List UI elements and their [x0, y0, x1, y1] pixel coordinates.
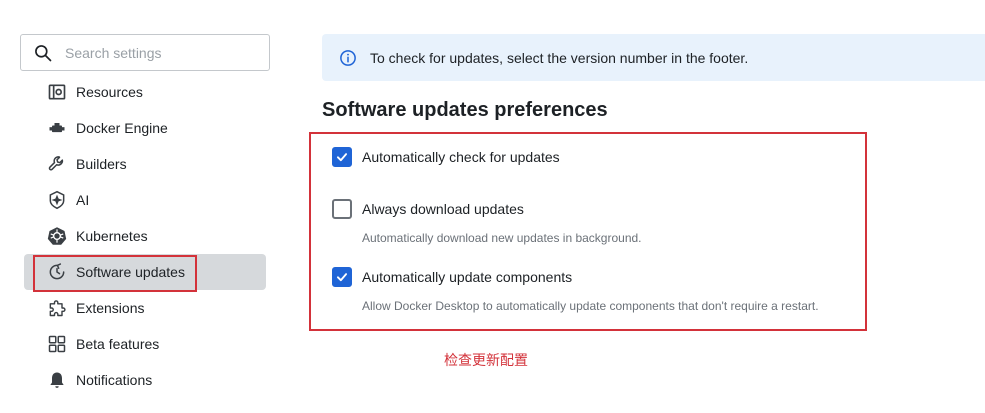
clock-update-icon [46, 261, 68, 283]
sidebar-item-label: Resources [76, 84, 143, 100]
settings-page: Resources Docker Engine Builders AI Kube… [0, 0, 985, 413]
section-title: Software updates preferences [322, 99, 608, 121]
ai-icon [46, 189, 68, 211]
sidebar-item-ai[interactable]: AI [24, 182, 266, 218]
sidebar-item-resources[interactable]: Resources [24, 74, 266, 110]
annotation-label: 检查更新配置 [444, 353, 528, 369]
bell-icon [46, 369, 68, 391]
sidebar-nav: Resources Docker Engine Builders AI Kube… [24, 74, 266, 398]
option-auto-update-components: Automatically update components [332, 267, 572, 287]
sidebar-item-beta-features[interactable]: Beta features [24, 326, 266, 362]
option-always-download: Always download updates [332, 199, 524, 219]
sidebar-item-label: AI [76, 192, 90, 208]
option-auto-check: Automatically check for updates [332, 147, 560, 167]
option-label: Automatically update components [362, 269, 573, 285]
sidebar-item-builders[interactable]: Builders [24, 146, 266, 182]
auto-update-components-checkbox[interactable] [332, 267, 352, 287]
option-label: Automatically check for updates [362, 149, 560, 165]
option-label: Always download updates [362, 201, 524, 217]
search-box[interactable] [20, 34, 270, 71]
sidebar-item-label: Notifications [76, 372, 153, 388]
info-icon [340, 49, 356, 66]
sidebar-item-kubernetes[interactable]: Kubernetes [24, 218, 266, 254]
sidebar-item-label: Software updates [76, 264, 185, 280]
info-text: To check for updates, select the version… [370, 49, 749, 66]
docker-engine-icon [46, 117, 68, 139]
option-description: Automatically download new updates in ba… [362, 231, 642, 245]
kubernetes-icon [46, 225, 68, 247]
info-banner: To check for updates, select the version… [322, 34, 985, 81]
grid-icon [46, 333, 68, 355]
search-input[interactable] [65, 44, 255, 61]
search-icon [35, 44, 52, 61]
wrench-icon [46, 153, 68, 175]
checkmark-icon [336, 153, 348, 162]
sidebar-item-label: Beta features [76, 336, 160, 352]
auto-check-checkbox[interactable] [332, 147, 352, 167]
sidebar-item-docker-engine[interactable]: Docker Engine [24, 110, 266, 146]
sidebar-item-label: Extensions [76, 300, 145, 316]
checkmark-icon [336, 273, 348, 282]
sidebar-item-label: Builders [76, 156, 127, 172]
option-description: Allow Docker Desktop to automatically up… [362, 299, 819, 313]
sidebar-item-label: Kubernetes [76, 228, 148, 244]
sidebar-item-label: Docker Engine [76, 120, 168, 136]
sidebar-item-software-updates[interactable]: Software updates [24, 254, 266, 290]
puzzle-icon [46, 297, 68, 319]
always-download-checkbox[interactable] [332, 199, 352, 219]
sidebar-item-notifications[interactable]: Notifications [24, 362, 266, 398]
resources-icon [46, 81, 68, 103]
sidebar-item-extensions[interactable]: Extensions [24, 290, 266, 326]
